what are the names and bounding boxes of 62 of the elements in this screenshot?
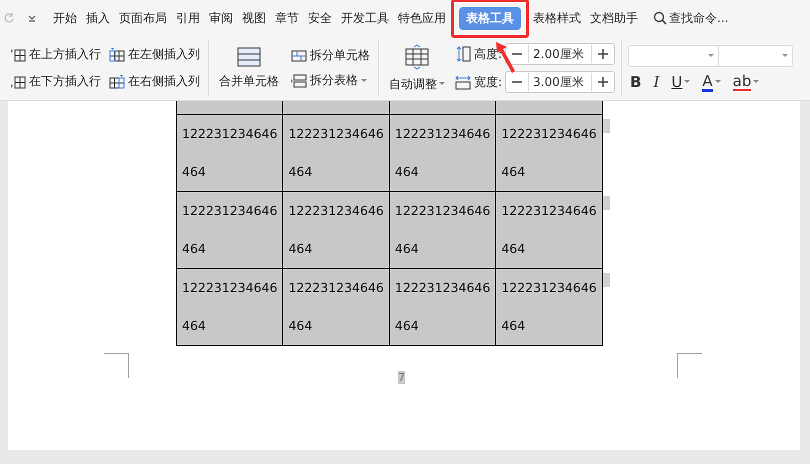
caret-icon: [439, 82, 445, 86]
menu-tab[interactable]: 开始: [49, 8, 81, 28]
autofit-icon: [404, 44, 430, 70]
size-label: 宽度:: [474, 74, 502, 90]
menu-tab[interactable]: 表格样式: [529, 8, 585, 28]
table-cell: 122231234646 464: [496, 114, 602, 191]
table-cell: 122231234646 464: [282, 268, 390, 345]
table-cell: 122231234646 464: [176, 191, 283, 268]
menu-tab[interactable]: 审阅: [205, 8, 237, 28]
menu-tab[interactable]: 安全: [304, 8, 336, 28]
search-field[interactable]: 查找命令...: [669, 11, 749, 25]
table-cell: 122231234646 464: [496, 191, 602, 268]
format-button[interactable]: B: [628, 72, 644, 92]
search-icon[interactable]: [653, 11, 667, 25]
table-cell: 122231234646 464: [389, 114, 496, 191]
menu-tab[interactable]: 引用: [172, 8, 204, 28]
caret-icon: [708, 54, 714, 58]
insert-button[interactable]: 在左侧插入列: [107, 45, 202, 64]
table-cell: 122231234646 464: [496, 268, 602, 345]
table-cell: 122231234646 464: [389, 268, 496, 345]
merge-cells-button[interactable]: 合并单元格: [215, 44, 283, 92]
table-cell: 122231234646 464: [282, 191, 390, 268]
table-cell: 122231234646 464: [176, 268, 283, 345]
table-cell: 122231234646 464: [389, 191, 496, 268]
menu-tab[interactable]: 视图: [238, 8, 270, 28]
split-cell-icon: [291, 48, 307, 62]
menu-tab[interactable]: 开发工具: [337, 8, 393, 28]
split-button[interactable]: 拆分表格: [289, 71, 372, 90]
format-button[interactable]: ab: [730, 72, 762, 92]
size-field[interactable]: 3.00厘米: [528, 73, 592, 91]
table-insert-icon: [109, 74, 125, 88]
autofit-button[interactable]: 自动调整: [385, 42, 449, 94]
format-button[interactable]: U: [669, 72, 692, 92]
size-field[interactable]: 2.00厘米: [528, 45, 592, 63]
menu-tab[interactable]: 插入: [82, 8, 114, 28]
size-spinner[interactable]: 2.00厘米: [505, 43, 616, 65]
insert-button[interactable]: 在右侧插入列: [107, 72, 202, 91]
table-cell: 122231234646 464: [282, 114, 390, 191]
row-height-icon: [455, 46, 471, 62]
table-insert-icon: [109, 48, 125, 62]
size-label: 高度:: [474, 46, 502, 62]
merge-cells-icon: [237, 46, 261, 66]
corner-mark: [677, 353, 702, 378]
insert-button[interactable]: 在上方插入行: [8, 45, 103, 64]
menu-tab[interactable]: 特色应用: [394, 8, 450, 28]
size-spinner[interactable]: 3.00厘米: [505, 71, 616, 93]
column-width-icon: [455, 74, 471, 90]
page-number: 7: [398, 371, 405, 384]
menu-tab[interactable]: 页面布局: [115, 8, 171, 28]
corner-mark: [104, 353, 129, 378]
format-button[interactable]: I: [651, 72, 662, 92]
dropdown-icon[interactable]: [27, 13, 37, 23]
format-button[interactable]: A: [700, 72, 723, 92]
insert-button[interactable]: 在下方插入行: [8, 72, 103, 91]
table-insert-icon: [10, 74, 26, 88]
table-insert-icon: [10, 48, 26, 62]
caret-icon: [782, 54, 788, 58]
menu-tab[interactable]: 章节: [271, 8, 303, 28]
split-button[interactable]: 拆分单元格: [289, 46, 372, 65]
split-table-icon: [291, 74, 307, 88]
table-cell: 122231234646 464: [176, 114, 283, 191]
menu-tab[interactable]: 文档助手: [586, 8, 642, 28]
